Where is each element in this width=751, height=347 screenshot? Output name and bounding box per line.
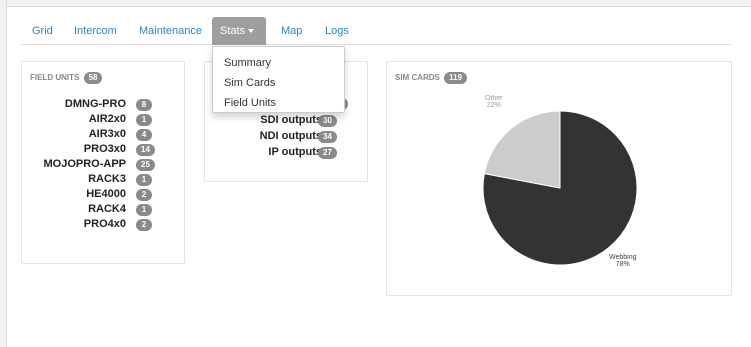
pie-label-webbing: Webbing 78% (609, 254, 637, 268)
caret-down-icon (248, 29, 255, 34)
list-item: PRO3x0 14 (22, 142, 184, 157)
pie-label-other-percent: 22% (486, 102, 501, 109)
sim-cards-panel: SIM CARDS 119 Other 22% Webbing 78% (386, 61, 732, 296)
output-count-badge: 27 (318, 147, 337, 159)
output-name: IP outputs (268, 146, 322, 158)
unit-count-badge: 1 (136, 204, 152, 216)
unit-count-badge: 8 (136, 99, 152, 111)
field-units-panel: FIELD UNITS 58 DMNG-PRO 8 AIR2x0 1 AIR3x0 4… (21, 61, 185, 264)
menu-item-sim-cards[interactable]: Sim Cards (213, 73, 344, 93)
pie-label-other: Other 22% (485, 95, 503, 109)
field-units-list: DMNG-PRO 8 AIR2x0 1 AIR3x0 4 PRO3x0 14 MOJOP… (22, 97, 184, 232)
output-count-badge: 34 (318, 131, 337, 143)
list-item: DMNG-PRO 8 (22, 97, 184, 112)
tab-stats[interactable]: Stats (212, 17, 266, 45)
unit-name: AIR3x0 (88, 128, 126, 140)
sim-cards-pie-chart (482, 110, 638, 266)
unit-name: RACK3 (88, 173, 126, 185)
output-count-badge: 30 (318, 115, 337, 127)
window-top-frame (0, 0, 751, 7)
unit-name: HE4000 (86, 188, 126, 200)
unit-count-badge: 1 (136, 114, 152, 126)
unit-count-badge: 25 (136, 159, 155, 171)
unit-name: RACK4 (88, 203, 126, 215)
field-units-title-text: FIELD UNITS (30, 73, 80, 82)
unit-count-badge: 2 (136, 189, 152, 201)
unit-count-badge: 1 (136, 174, 152, 186)
unit-name: DMNG-PRO (64, 98, 126, 110)
pie-label-webbing-percent: 78% (615, 261, 630, 268)
menu-item-field-units[interactable]: Field Units (213, 93, 344, 113)
tab-map[interactable]: Map (273, 17, 310, 45)
outputs-list: SDI outputs 30 NDI outputs 34 IP outputs 27 (205, 113, 367, 161)
tab-stats-label: Stats (220, 25, 246, 37)
tab-maintenance[interactable]: Maintenance (131, 17, 210, 45)
tab-grid[interactable]: Grid (24, 17, 61, 45)
unit-name: MOJOPRO-APP (43, 158, 126, 170)
tab-logs[interactable]: Logs (317, 17, 357, 45)
list-item: IP outputs 27 (205, 145, 367, 161)
list-item: RACK3 1 (22, 172, 184, 187)
unit-name: PRO4x0 (83, 218, 126, 230)
field-units-total-badge: 58 (83, 72, 103, 84)
list-item: SDI outputs 30 (205, 113, 367, 129)
unit-count-badge: 2 (136, 219, 152, 231)
output-name: NDI outputs (259, 130, 322, 142)
pie-label-webbing-name: Webbing (609, 254, 637, 261)
unit-name: AIR2x0 (88, 113, 126, 125)
list-item: HE4000 2 (22, 187, 184, 202)
window-left-frame (0, 0, 7, 347)
list-item: MOJOPRO-APP 25 (22, 157, 184, 172)
output-name: SDI outputs (260, 114, 322, 126)
unit-name: PRO3x0 (83, 143, 126, 155)
field-units-title: FIELD UNITS 58 (30, 72, 103, 84)
list-item: AIR3x0 4 (22, 127, 184, 142)
list-item: PRO4x0 2 (22, 217, 184, 232)
list-item: AIR2x0 1 (22, 112, 184, 127)
tab-intercom[interactable]: Intercom (66, 17, 125, 45)
stats-dropdown-menu: Summary Sim Cards Field Units (212, 46, 345, 113)
list-item: NDI outputs 34 (205, 129, 367, 145)
unit-count-badge: 4 (136, 129, 152, 141)
unit-count-badge: 14 (136, 144, 155, 156)
list-item: RACK4 1 (22, 202, 184, 217)
nav-tabs: Grid Intercom Maintenance Stats Map Logs (20, 17, 732, 45)
menu-item-summary[interactable]: Summary (213, 53, 344, 73)
pie-label-other-name: Other (485, 95, 503, 102)
